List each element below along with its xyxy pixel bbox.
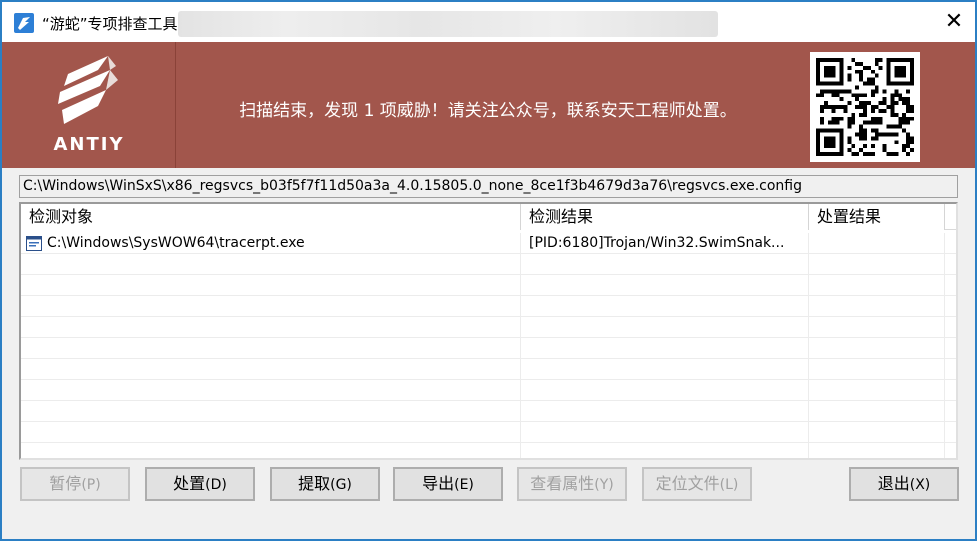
exit-label: 退出 [877, 474, 910, 493]
empty-cell [809, 380, 945, 401]
handle-accel: (D) [205, 477, 227, 493]
table-header: 检测对象 检测结果 处置结果 [21, 204, 956, 230]
empty-cell [809, 296, 945, 317]
empty-cell [521, 254, 809, 275]
result-banner: ANTIY 扫描结束，发现 1 项威胁！请关注公众号，联系安天工程师处置。 [2, 42, 975, 168]
empty-cell [521, 422, 809, 443]
empty-cell [809, 254, 945, 275]
locate-file-button[interactable]: 定位文件(L) [642, 467, 752, 501]
antiy-logo-icon [58, 56, 118, 124]
empty-cell [521, 296, 809, 317]
pause-accel: (P) [81, 477, 101, 493]
empty-cell [21, 422, 521, 443]
extract-label: 提取 [298, 474, 331, 493]
title-bar: “游蛇”专项排查工具 ✕ [2, 2, 975, 42]
row-detection-result: [PID:6180]Trojan/Win32.SwimSnak... [521, 233, 809, 254]
export-button[interactable]: 导出(E) [393, 467, 503, 501]
column-header-object[interactable]: 检测对象 [21, 204, 521, 230]
main-window: “游蛇”专项排查工具 ✕ ANTIY 扫描结束，发现 1 项威胁！请关注公众号，… [0, 0, 977, 541]
empty-cell [521, 380, 809, 401]
empty-cell [21, 338, 521, 359]
logo-text: ANTIY [53, 134, 125, 155]
empty-table-row [21, 443, 956, 458]
empty-cell [21, 275, 521, 296]
empty-table-row [21, 380, 956, 401]
export-label: 导出 [422, 474, 455, 493]
empty-cell [809, 275, 945, 296]
current-scan-path: C:\Windows\WinSxS\x86_regsvcs_b03f5f7f11… [19, 175, 958, 198]
row-action-result [809, 233, 945, 254]
empty-cell [21, 254, 521, 275]
empty-cell [809, 443, 945, 458]
empty-cell [521, 443, 809, 458]
export-accel: (E) [454, 477, 474, 493]
locate-label: 定位文件 [655, 474, 720, 493]
empty-cell [809, 338, 945, 359]
extract-button[interactable]: 提取(G) [270, 467, 380, 501]
empty-table-row [21, 359, 956, 380]
exit-button[interactable]: 退出(X) [849, 467, 959, 501]
empty-table-row [21, 296, 956, 317]
empty-cell [521, 359, 809, 380]
exe-file-icon [26, 236, 42, 251]
scan-result-message: 扫描结束，发现 1 项威胁！请关注公众号，联系安天工程师处置。 [239, 101, 737, 121]
results-table[interactable]: 检测对象 检测结果 处置结果 C:\Windows\SysWOW64\trace… [19, 202, 958, 460]
empty-cell [809, 317, 945, 338]
empty-cell [521, 338, 809, 359]
exit-accel: (X) [909, 477, 931, 493]
handle-button[interactable]: 处置(D) [145, 467, 255, 501]
locate-accel: (L) [719, 477, 739, 493]
properties-label: 查看属性 [530, 474, 595, 493]
empty-cell [809, 359, 945, 380]
column-header-result[interactable]: 检测结果 [521, 204, 809, 230]
column-header-action[interactable]: 处置结果 [809, 204, 945, 230]
pause-label: 暂停 [49, 474, 82, 493]
blurred-title-region [178, 11, 718, 37]
antiy-logo: ANTIY [2, 42, 176, 168]
view-properties-button[interactable]: 查看属性(Y) [517, 467, 627, 501]
handle-label: 处置 [173, 474, 206, 493]
empty-cell [21, 317, 521, 338]
empty-cell [809, 422, 945, 443]
empty-table-row [21, 275, 956, 296]
window-title: “游蛇”专项排查工具 [42, 15, 178, 33]
empty-cell [21, 401, 521, 422]
empty-cell [21, 443, 521, 458]
empty-cell [521, 401, 809, 422]
empty-cell [521, 317, 809, 338]
empty-table-row [21, 422, 956, 443]
empty-cell [521, 275, 809, 296]
empty-cell [809, 401, 945, 422]
pause-button[interactable]: 暂停(P) [20, 467, 130, 501]
empty-cell [21, 296, 521, 317]
empty-table-row [21, 401, 956, 422]
close-button[interactable]: ✕ [934, 6, 974, 38]
extract-accel: (G) [330, 477, 352, 493]
qr-code-image [816, 58, 914, 156]
properties-accel: (Y) [594, 477, 614, 493]
empty-table-row [21, 317, 956, 338]
empty-table-row [21, 338, 956, 359]
empty-cell [21, 359, 521, 380]
app-icon [14, 13, 34, 33]
table-row[interactable]: C:\Windows\SysWOW64\tracerpt.exe [PID:61… [21, 233, 956, 254]
empty-cell [21, 380, 521, 401]
row-object-path: C:\Windows\SysWOW64\tracerpt.exe [47, 233, 521, 254]
empty-table-row [21, 254, 956, 275]
qr-code [810, 52, 920, 162]
